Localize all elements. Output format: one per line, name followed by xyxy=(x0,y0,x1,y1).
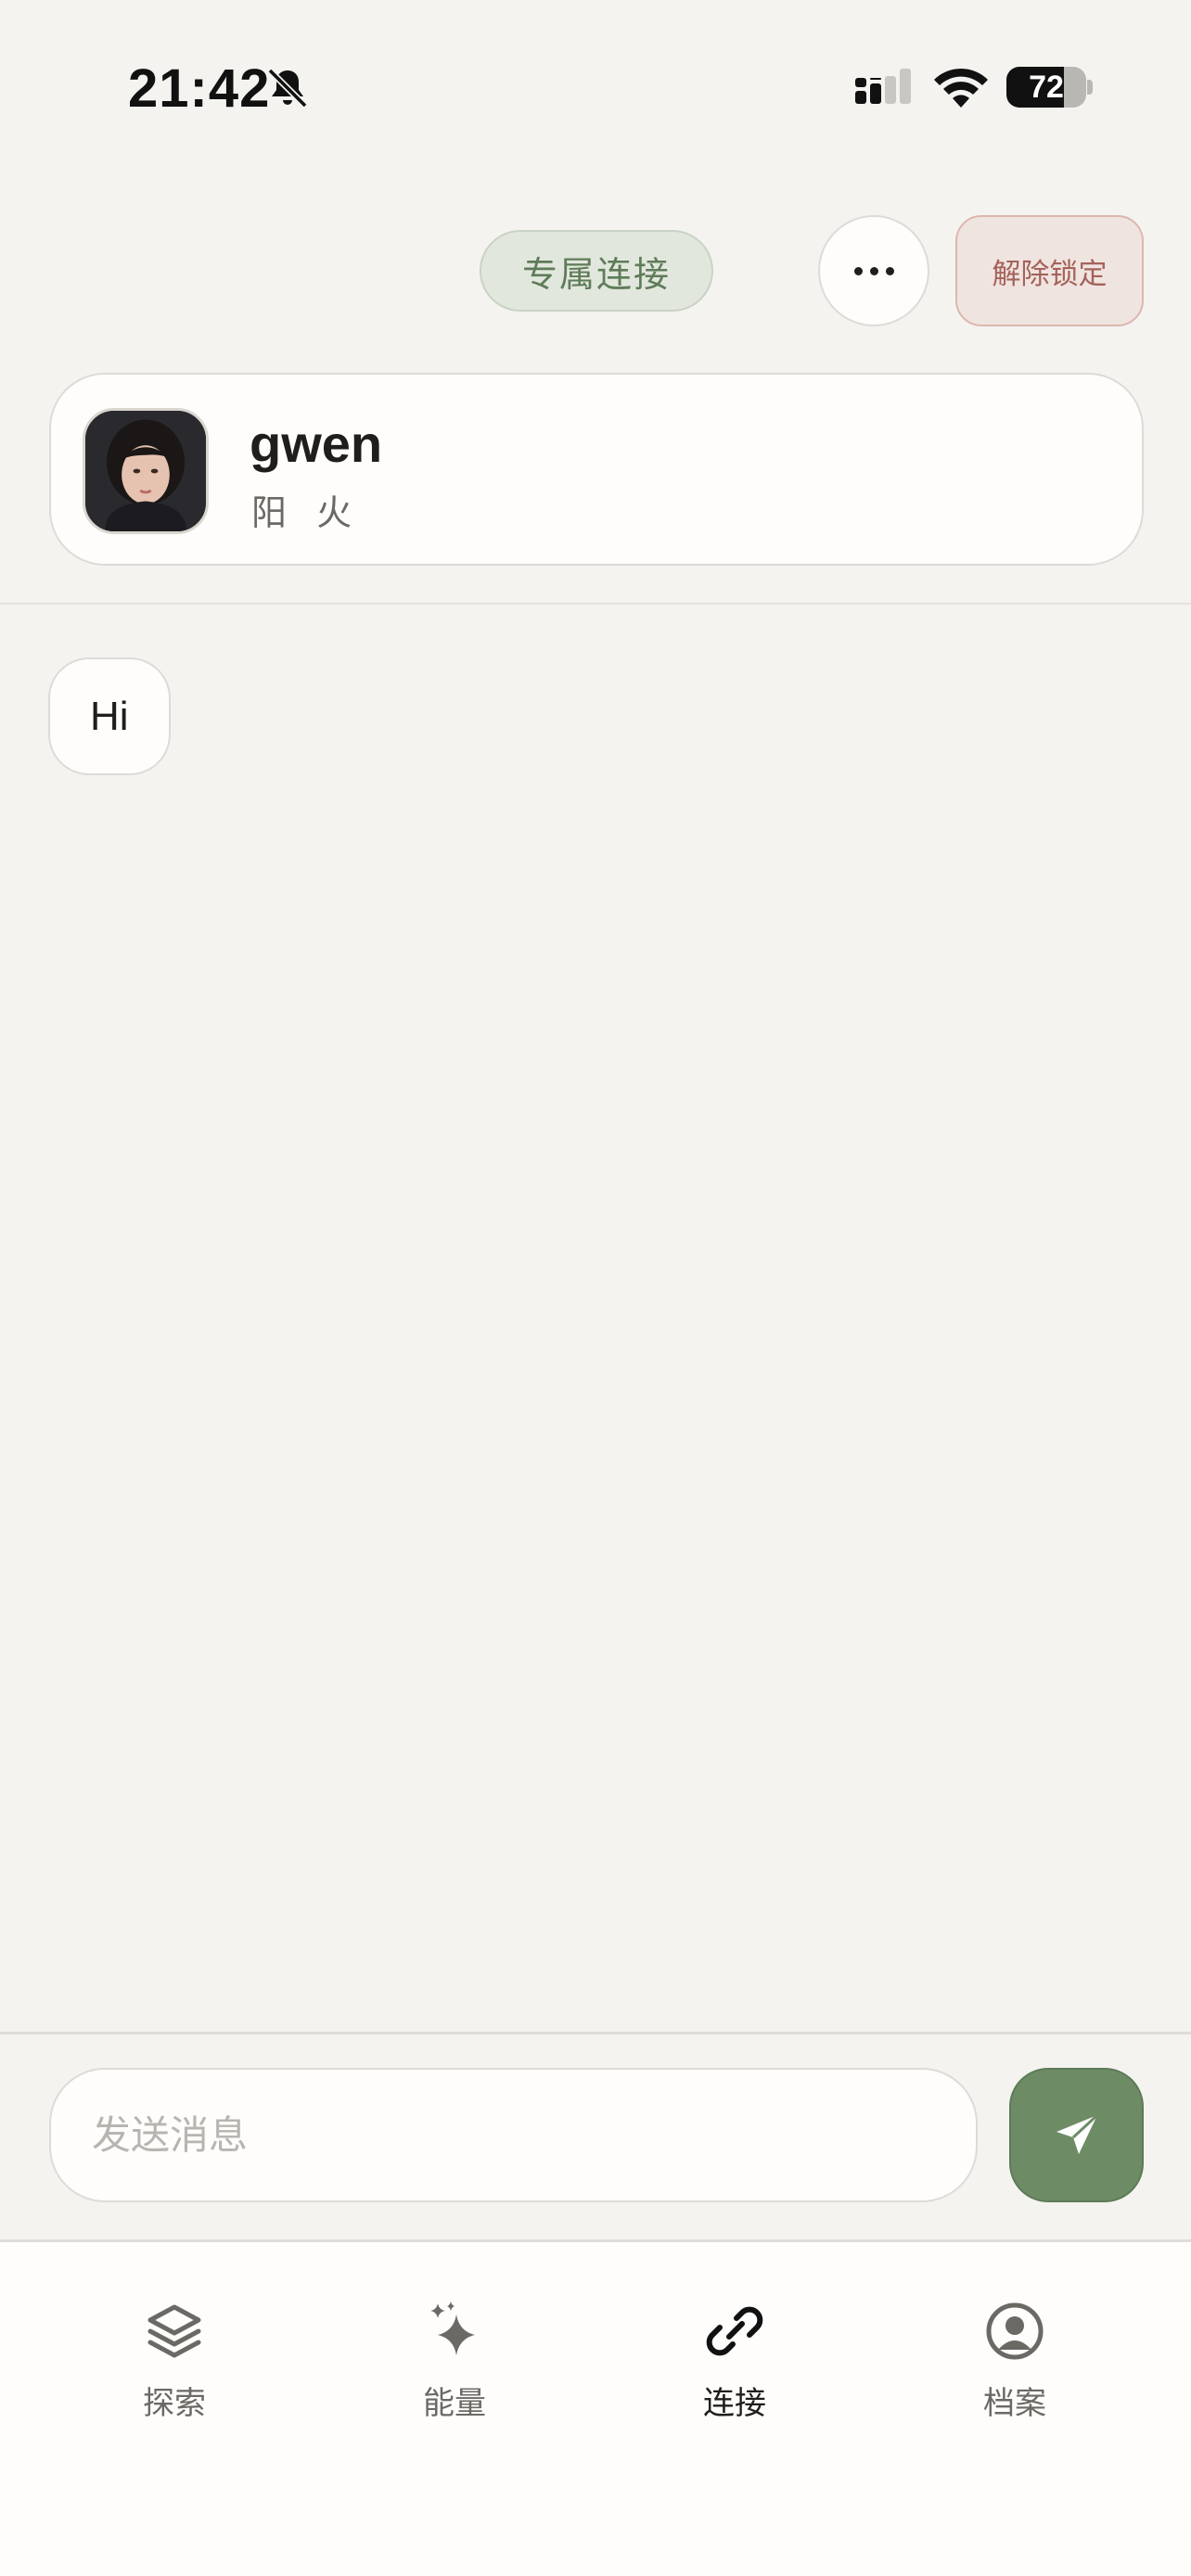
status-time: 21:42 xyxy=(128,58,271,119)
nav-item-explore[interactable]: 探索 xyxy=(82,2298,267,2437)
more-dot-icon xyxy=(885,266,894,275)
profile-card[interactable]: gwen 阳 火 xyxy=(49,373,1144,566)
battery-cap xyxy=(1087,80,1093,95)
link-icon xyxy=(706,2306,763,2356)
exclusive-connection-tag[interactable]: 专属连接 xyxy=(480,230,713,312)
profile-icon xyxy=(986,2302,1044,2360)
bell-off-icon xyxy=(267,68,308,108)
unlock-button[interactable]: 解除锁定 xyxy=(955,215,1144,326)
more-dot-icon xyxy=(853,266,863,275)
send-button[interactable] xyxy=(1009,2068,1144,2202)
nav-label: 档案 xyxy=(983,2385,1046,2422)
layers-icon xyxy=(147,2304,201,2358)
profile-subtitle: 阳 火 xyxy=(251,492,362,533)
message-bubble[interactable]: Hi xyxy=(48,657,171,775)
avatar[interactable] xyxy=(83,408,209,534)
more-dot-icon xyxy=(869,266,878,275)
nav-label: 探索 xyxy=(143,2385,206,2422)
nav-item-profile[interactable]: 档案 xyxy=(922,2298,1108,2437)
wifi-icon xyxy=(934,68,988,108)
avatar-portrait-image xyxy=(85,411,206,531)
divider xyxy=(0,603,1191,605)
nav-label: 连接 xyxy=(703,2385,766,2422)
battery-icon: 72 xyxy=(1006,67,1086,108)
status-bar: 21:42 72 xyxy=(0,0,1191,176)
battery-level: 72 xyxy=(1029,70,1064,105)
cellular-signal-icon xyxy=(855,69,911,104)
send-icon xyxy=(1056,2113,1098,2154)
message-input[interactable] xyxy=(49,2068,978,2202)
profile-name: gwen xyxy=(250,414,383,473)
more-options-button[interactable] xyxy=(818,215,929,326)
nav-label: 能量 xyxy=(423,2385,486,2422)
sparkle-icon xyxy=(430,2302,475,2355)
bottom-nav: 探索 能量 连接 档案 xyxy=(0,2242,1191,2576)
divider xyxy=(0,2032,1191,2034)
nav-item-connect[interactable]: 连接 xyxy=(642,2298,827,2437)
nav-item-energy[interactable]: 能量 xyxy=(362,2298,547,2437)
